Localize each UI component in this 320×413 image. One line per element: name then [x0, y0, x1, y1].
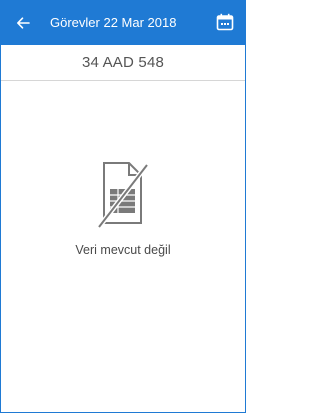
- vehicle-plate-bar: 34 AAD 548: [1, 45, 245, 81]
- calendar-button[interactable]: [214, 11, 236, 33]
- app-screen: Görevler 22 Mar 2018 34 AAD 548 Veri mev…: [0, 0, 246, 413]
- calendar-icon: [216, 13, 234, 31]
- empty-state-message: Veri mevcut değil: [75, 243, 171, 257]
- empty-state: Veri mevcut değil: [1, 159, 245, 257]
- arrow-left-icon: [17, 17, 30, 29]
- no-document-icon: [97, 162, 149, 229]
- back-button[interactable]: [11, 11, 35, 35]
- vehicle-plate-label: 34 AAD 548: [81, 54, 165, 71]
- app-header: Görevler 22 Mar 2018: [1, 1, 245, 45]
- page-title: Görevler 22 Mar 2018: [50, 15, 177, 30]
